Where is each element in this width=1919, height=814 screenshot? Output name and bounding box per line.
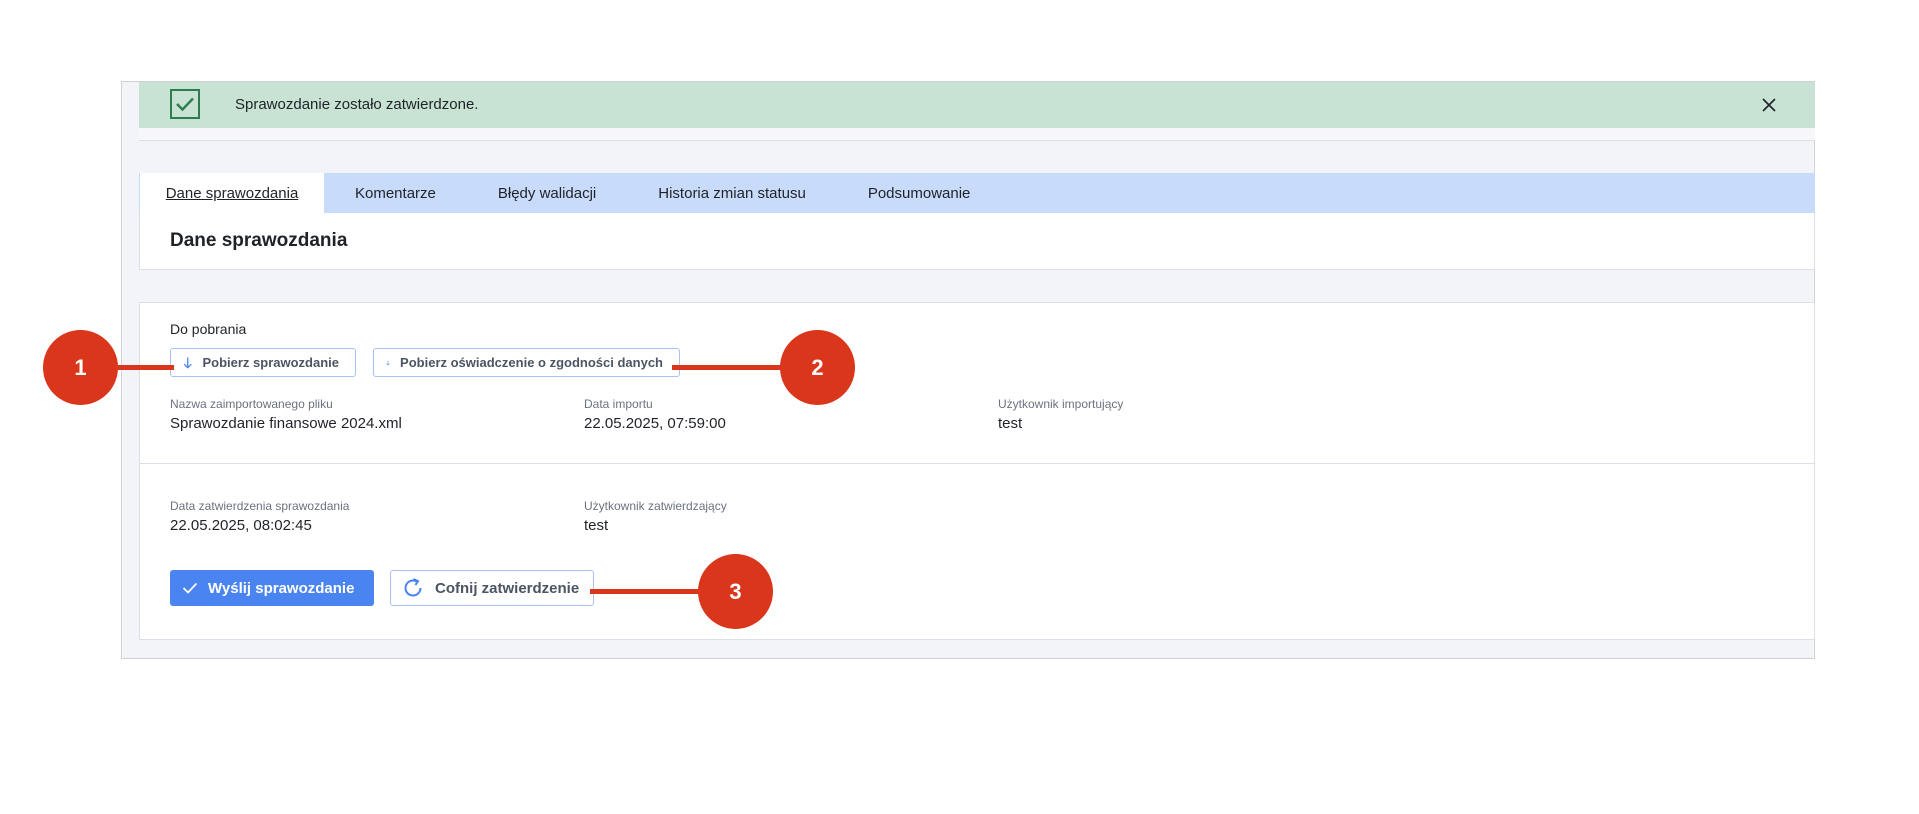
import-date-value: 22.05.2025, 07:59:00 xyxy=(584,415,726,432)
tab-bledy-walidacji[interactable]: Błędy walidacji xyxy=(467,173,627,213)
success-alert: Sprawozdanie zostało zatwierdzone. xyxy=(139,82,1815,128)
download-compliance-statement-button[interactable]: Pobierz oświadczenie o zgodności danych xyxy=(373,348,680,377)
close-icon[interactable] xyxy=(1759,95,1779,115)
download-report-button[interactable]: Pobierz sprawozdanie xyxy=(170,348,356,377)
callout-line-1 xyxy=(118,365,174,370)
send-report-button[interactable]: Wyślij sprawozdanie xyxy=(170,570,374,606)
check-icon xyxy=(182,582,198,594)
tab-historia-zmian-statusu[interactable]: Historia zmian statusu xyxy=(627,173,837,213)
report-data-card: Do pobrania Pobierz sprawozdanie Pobierz… xyxy=(139,302,1815,640)
callout-marker-3: 3 xyxy=(698,554,773,629)
tab-komentarze[interactable]: Komentarze xyxy=(324,173,467,213)
callout-line-2 xyxy=(672,365,784,370)
arrow-down-icon xyxy=(183,356,192,369)
download-report-label: Pobierz sprawozdanie xyxy=(202,355,339,370)
section-title: Dane sprawozdania xyxy=(170,230,348,251)
download-compliance-statement-label: Pobierz oświadczenie o zgodności danych xyxy=(400,355,663,370)
callout-marker-2: 2 xyxy=(780,330,855,405)
arrow-down-icon xyxy=(386,360,390,365)
approval-date-label: Data zatwierdzenia sprawozdania xyxy=(170,499,350,513)
send-report-label: Wyślij sprawozdanie xyxy=(208,579,355,597)
tab-bar: Dane sprawozdania Komentarze Błędy walid… xyxy=(139,173,1815,213)
section-header-card: Dane sprawozdania xyxy=(139,213,1815,270)
alert-message: Sprawozdanie zostało zatwierdzone. xyxy=(235,96,479,113)
undo-approval-button[interactable]: Cofnij zatwierdzenie xyxy=(390,570,594,606)
import-date-label: Data importu xyxy=(584,397,653,411)
refresh-icon xyxy=(404,578,422,597)
check-icon xyxy=(170,89,200,119)
approving-user-value: test xyxy=(584,517,609,534)
undo-approval-label: Cofnij zatwierdzenie xyxy=(435,579,580,597)
importing-user-value: test xyxy=(998,415,1023,432)
importing-user-label: Użytkownik importujący xyxy=(998,397,1124,411)
approving-user-label: Użytkownik zatwierdzający xyxy=(584,499,727,513)
imported-file-name-value: Sprawozdanie finansowe 2024.xml xyxy=(170,415,402,432)
imported-file-name-label: Nazwa zaimportowanego pliku xyxy=(170,397,333,411)
approval-date-value: 22.05.2025, 08:02:45 xyxy=(170,517,312,534)
tab-dane-sprawozdania[interactable]: Dane sprawozdania xyxy=(139,173,324,213)
alert-footer-strip xyxy=(139,128,1815,141)
section-divider xyxy=(140,463,1814,464)
tab-podsumowanie[interactable]: Podsumowanie xyxy=(837,173,1002,213)
callout-marker-1: 1 xyxy=(43,330,118,405)
callout-line-3 xyxy=(590,589,705,594)
downloads-label: Do pobrania xyxy=(170,321,247,337)
